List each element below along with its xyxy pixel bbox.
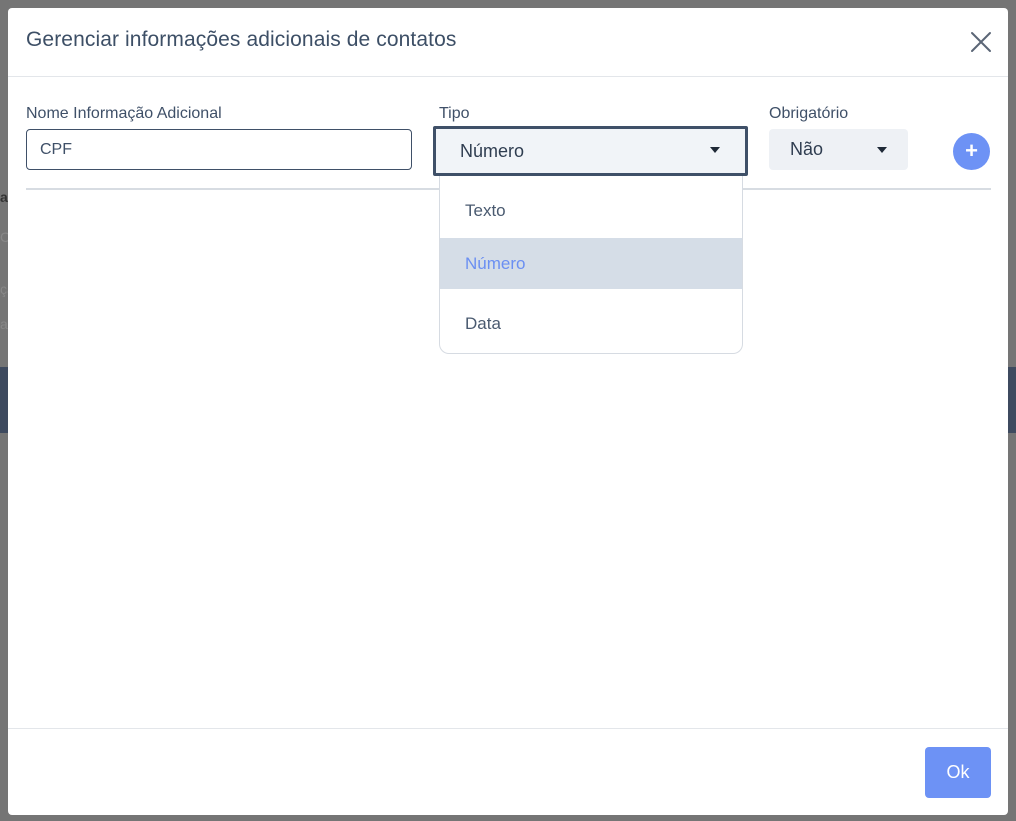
modal-header: Gerenciar informações adicionais de cont… (8, 8, 1008, 77)
caret-down-icon (710, 147, 720, 153)
type-option-numero[interactable]: Número (440, 238, 742, 289)
close-icon (971, 32, 991, 52)
type-field-label: Tipo (439, 105, 470, 122)
background-text-fragment: a (0, 189, 8, 205)
type-option-texto[interactable]: Texto (440, 185, 742, 236)
close-button[interactable] (969, 30, 993, 54)
type-option-data[interactable]: Data (440, 298, 742, 349)
required-select[interactable]: Não (769, 129, 908, 170)
caret-down-icon (877, 147, 887, 153)
type-select-value: Número (460, 141, 525, 161)
ok-button[interactable]: Ok (925, 747, 991, 798)
manage-additional-info-modal: Gerenciar informações adicionais de cont… (8, 8, 1008, 815)
modal-title: Gerenciar informações adicionais de cont… (26, 28, 457, 51)
additional-info-name-input[interactable] (26, 129, 412, 170)
modal-footer: Ok (8, 728, 1008, 815)
background-text-fragment: a (0, 316, 8, 332)
required-select-value: Não (790, 139, 824, 159)
name-field-label: Nome Informação Adicional (26, 105, 222, 122)
type-select[interactable]: Número (433, 126, 748, 176)
required-field-label: Obrigatório (769, 105, 849, 122)
plus-icon: + (965, 138, 978, 163)
type-dropdown-menu: Texto Número Data (439, 176, 743, 354)
add-button[interactable]: + (953, 133, 990, 170)
